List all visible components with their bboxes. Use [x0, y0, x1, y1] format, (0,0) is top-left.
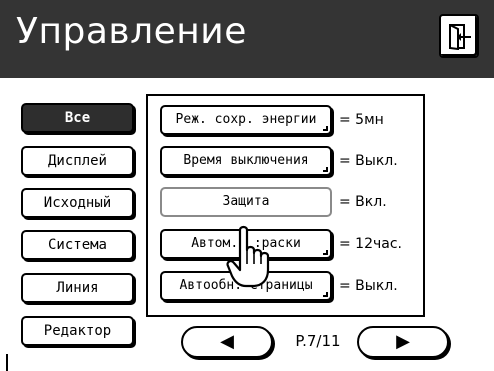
setting-label: Защита [222, 194, 270, 209]
prev-page-button[interactable]: ◀ [181, 326, 273, 358]
corner-mark-icon [323, 250, 328, 255]
sidebar-item-display[interactable]: Дисплей [21, 146, 134, 176]
next-page-button[interactable]: ▶ [357, 326, 449, 358]
title-bar: Управление [0, 0, 494, 78]
sidebar-item-editor[interactable]: Редактор [21, 316, 134, 346]
exit-door-icon [449, 24, 471, 50]
setting-label: Реж. сохр. энергии [175, 112, 317, 127]
triangle-right-icon: ▶ [396, 331, 410, 352]
setting-value: = Вкл. [339, 194, 387, 210]
power-save-mode-button[interactable]: Реж. сохр. энергии [160, 105, 332, 135]
exit-button[interactable] [439, 14, 479, 58]
corner-mark-icon [323, 167, 328, 172]
sidebar-item-system[interactable]: Система [21, 230, 134, 260]
setting-value: = Выкл. [339, 153, 398, 169]
hand-pointer-icon [226, 225, 270, 288]
page-indicator: P.7/11 [295, 332, 341, 350]
setting-value: = Выкл. [339, 278, 398, 294]
setting-value: = 12час. [339, 236, 402, 252]
sidebar-item-line[interactable]: Линия [21, 273, 134, 303]
shutdown-time-button[interactable]: Время выключения [160, 146, 332, 176]
page-title: Управление [16, 11, 247, 52]
setting-label: Время выключения [183, 153, 309, 168]
setting-value: = 5мн [339, 112, 384, 128]
corner-mark-icon [323, 292, 328, 297]
sidebar-item-source[interactable]: Исходный [21, 188, 134, 218]
divider [6, 354, 8, 371]
sidebar-item-all[interactable]: Все [21, 103, 134, 133]
protection-button[interactable]: Защита [160, 187, 332, 217]
corner-mark-icon [323, 126, 328, 131]
triangle-left-icon: ◀ [220, 331, 234, 352]
